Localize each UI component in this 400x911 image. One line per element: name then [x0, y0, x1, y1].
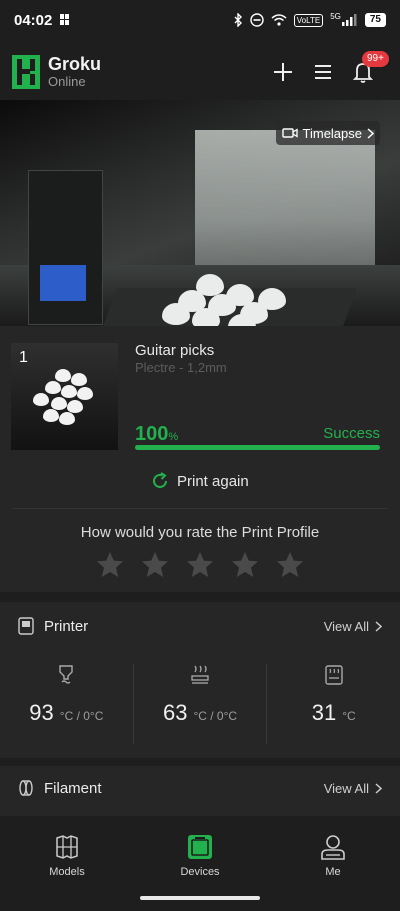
chamber-temp-icon [324, 665, 343, 685]
printer-status: Online [48, 74, 86, 89]
camera-toolhead [28, 170, 103, 325]
divider [12, 508, 388, 509]
timelapse-button[interactable]: Timelapse [275, 121, 380, 145]
printer-section-title: Printer [44, 617, 89, 635]
rating-star-5[interactable] [275, 550, 305, 580]
progress-percent: 100% [135, 423, 179, 445]
nozzle-temp-unit: °C / 0°C [59, 709, 104, 723]
status-bar: 04:02 VoLTE 5G 75 [0, 0, 400, 40]
bed-temp-value: 63 [162, 700, 188, 725]
nav-devices-label: Devices [180, 866, 220, 878]
nav-models-label: Models [49, 866, 85, 878]
wifi-icon [271, 14, 287, 26]
printer-view-all-link[interactable]: View All [324, 619, 382, 634]
print-status: Success [323, 425, 380, 442]
job-profile: Plectre - 1,2mm [135, 360, 227, 375]
volte-indicator: VoLTE [293, 13, 324, 27]
app-header: Groku Online 99+ [0, 44, 400, 100]
filament-section: Filament View All [0, 766, 400, 816]
bluetooth-icon [234, 13, 242, 27]
camera-blue-part [40, 265, 86, 301]
menu-icon[interactable] [312, 61, 334, 83]
camera-back-panel [195, 130, 375, 280]
thumb-pick [77, 387, 93, 400]
chamber-temp-unit: °C [342, 709, 356, 723]
filament-spool-icon [19, 780, 33, 796]
chevron-right-icon [375, 782, 382, 794]
signal-icon [341, 14, 357, 26]
models-icon [56, 835, 78, 859]
rating-question: How would you rate the Print Profile [80, 524, 320, 541]
print-again-button[interactable]: Print again [150, 471, 249, 491]
dnd-icon [250, 13, 264, 27]
temperature-readouts: 93 °C / 0°C 63 °C / 0°C 31 °C [0, 664, 400, 744]
profile-icon [321, 835, 345, 860]
print-again-label: Print again [177, 472, 249, 490]
thumb-pick [71, 373, 87, 386]
timelapse-label: Timelapse [302, 125, 362, 141]
nav-me-label: Me [325, 866, 341, 878]
progress-bar [135, 445, 380, 450]
printer-title-block[interactable]: Groku Online [48, 54, 101, 90]
rating-star-4[interactable] [230, 550, 260, 580]
progress-bar-fill [135, 445, 380, 450]
battery-indicator: 75 [364, 13, 386, 27]
video-camera-icon [281, 128, 298, 138]
thumb-pick [43, 409, 59, 422]
plate-number: 1 [19, 349, 28, 366]
rating-stars [0, 550, 400, 580]
nav-me[interactable]: Me [293, 834, 373, 878]
thumb-pick [59, 412, 75, 425]
home-indicator[interactable] [140, 896, 260, 900]
status-time: 04:02 [14, 11, 53, 29]
thumb-pick [45, 381, 61, 394]
filament-view-all-link[interactable]: View All [324, 781, 382, 796]
printer-name: Groku [48, 54, 102, 74]
printer-section: Printer View All 93 °C / 0°C 63 °C / 0°C… [0, 602, 400, 758]
bed-temperature[interactable]: 63 °C / 0°C [132, 664, 267, 744]
plate-thumbnail[interactable]: 1 [11, 343, 118, 450]
camera-pick [162, 303, 190, 325]
print-job-card: 1 Guitar picks Plectre - 1,2mm 100% Succ… [0, 326, 400, 592]
rating-star-1[interactable] [95, 550, 125, 580]
thumb-pick [67, 400, 83, 413]
thumb-pick [55, 369, 71, 382]
nav-models[interactable]: Models [27, 834, 107, 878]
bed-temp-icon [191, 665, 209, 684]
network-type: 5G [330, 11, 341, 21]
nozzle-temp-icon [59, 665, 74, 684]
app-notification-icon [60, 14, 70, 25]
thumb-pick [51, 397, 67, 410]
nozzle-temp-value: 93 [29, 700, 54, 725]
nozzle-temperature[interactable]: 93 °C / 0°C [0, 664, 133, 744]
chamber-temp-value: 31 [311, 700, 337, 725]
filament-section-title: Filament [44, 779, 102, 797]
thumb-pick [33, 393, 49, 406]
chamber-temperature[interactable]: 31 °C [266, 664, 400, 744]
bed-temp-unit: °C / 0°C [193, 709, 238, 723]
printer-icon [18, 617, 34, 635]
chevron-right-icon [375, 620, 382, 632]
bell-icon[interactable]: 99+ [352, 51, 389, 83]
bottom-navigation: Models Devices Me [0, 820, 400, 911]
refresh-icon [153, 472, 167, 488]
job-name: Guitar picks [135, 342, 215, 359]
rating-star-3[interactable] [185, 550, 215, 580]
nav-devices[interactable]: Devices [160, 834, 240, 878]
rating-star-2[interactable] [140, 550, 170, 580]
add-icon[interactable] [272, 61, 294, 83]
printer-section-header: Printer View All [0, 602, 400, 650]
notification-badge: 99+ [362, 51, 389, 67]
chevron-right-icon [367, 127, 374, 139]
devices-icon [188, 835, 212, 859]
thumb-pick [61, 385, 77, 398]
filament-section-header: Filament View All [0, 766, 400, 810]
app-logo-icon [12, 55, 40, 89]
